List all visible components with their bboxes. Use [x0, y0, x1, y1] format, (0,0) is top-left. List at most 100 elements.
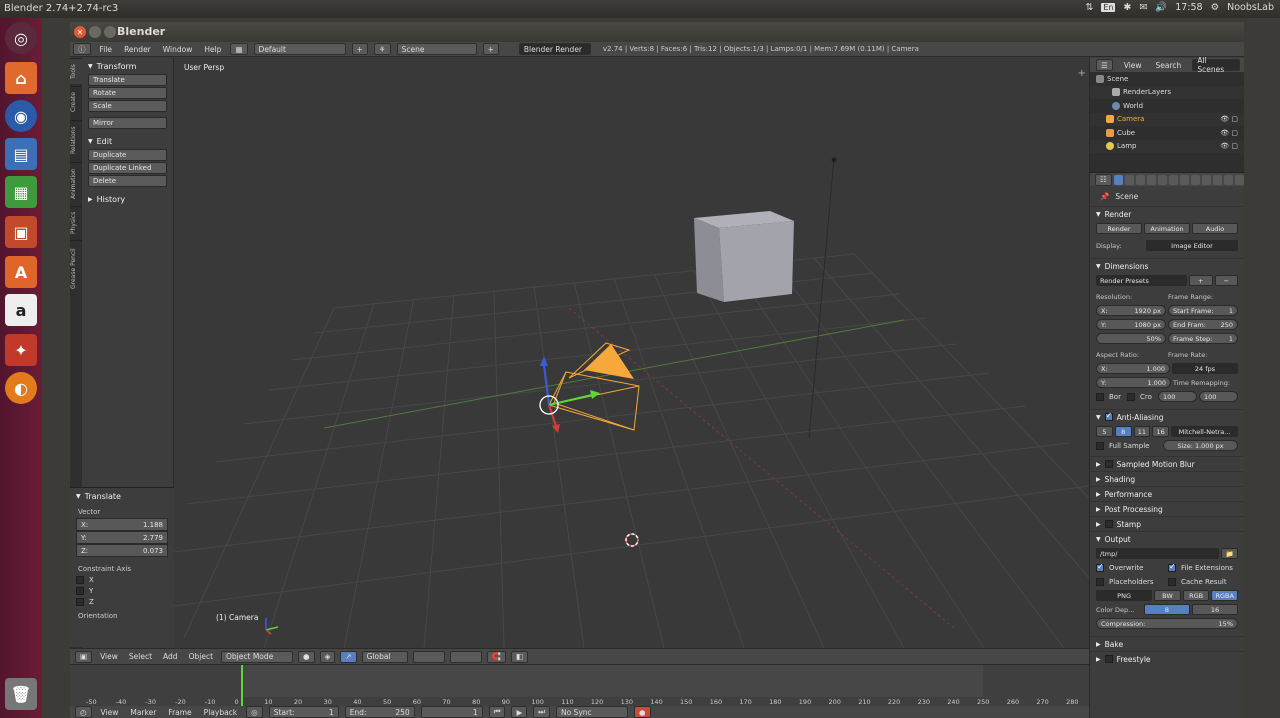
aa-samples-11[interactable]: 11: [1133, 426, 1151, 437]
mirror-button[interactable]: Mirror: [88, 117, 167, 129]
outliner-item-lamp[interactable]: Lamp 👁 ▢: [1090, 139, 1244, 153]
bake-panel-header[interactable]: ▶ Bake: [1090, 636, 1244, 651]
add-scene-button[interactable]: +: [482, 43, 499, 55]
lamp-visibility-icon[interactable]: 👁 ▢: [1220, 142, 1238, 150]
bluetooth-icon[interactable]: ✱: [1123, 2, 1131, 13]
outliner-filter-select[interactable]: All Scenes: [1192, 56, 1241, 74]
outliner-item-camera[interactable]: Camera 👁 ▢: [1090, 112, 1244, 126]
blender-icon[interactable]: ◐: [5, 372, 37, 404]
menu-window[interactable]: Window: [160, 45, 196, 54]
resolution-y-field[interactable]: Y: 1080 px: [1096, 319, 1166, 330]
manipulator-toggle-icon[interactable]: ↗: [340, 650, 357, 663]
anti-aliasing-panel-header[interactable]: ▼Anti-Aliasing: [1090, 409, 1244, 424]
crop-checkbox[interactable]: Cro: [1127, 392, 1156, 401]
file-format-select[interactable]: PNG: [1096, 590, 1153, 601]
data-tab-icon[interactable]: [1190, 174, 1200, 185]
minimize-icon[interactable]: [89, 26, 101, 38]
tab-grease-pencil[interactable]: Grease Pencil: [70, 240, 82, 296]
aa-filter-select[interactable]: Mitchell-Netra...: [1171, 426, 1239, 437]
sync-select[interactable]: No Sync: [555, 706, 628, 718]
properties-editor-type-icon[interactable]: ☷: [1095, 173, 1112, 186]
trash-icon[interactable]: 🗑: [5, 678, 37, 710]
cube-object[interactable]: [694, 211, 794, 302]
timeline-menu-frame[interactable]: Frame: [165, 708, 194, 717]
stamp-panel-header[interactable]: ▶ Stamp: [1090, 516, 1244, 531]
remove-preset-button[interactable]: −: [1214, 275, 1238, 286]
current-frame-field[interactable]: 1: [420, 706, 483, 718]
tab-animation[interactable]: Animation: [70, 162, 82, 204]
frame-rate-select[interactable]: 24 fps: [1172, 363, 1238, 374]
menu-object[interactable]: Object: [186, 652, 216, 661]
outliner-editor-type-icon[interactable]: ☰: [1096, 59, 1113, 71]
vector-x-field[interactable]: X: 1.188: [76, 518, 168, 531]
dimensions-panel-header[interactable]: ▼ Dimensions: [1090, 258, 1244, 273]
timeline[interactable]: -50 -40 -30 -20 -10 0 10 20 30 40 50 60 70 80 90 100 110…: [70, 664, 1089, 706]
settings-icon[interactable]: ✦: [5, 334, 37, 366]
operator-header[interactable]: ▼ Translate: [70, 490, 174, 503]
aa-samples-16[interactable]: 16: [1152, 426, 1170, 437]
placeholders-checkbox[interactable]: Placeholders: [1096, 577, 1166, 586]
constraint-x-checkbox[interactable]: X: [76, 576, 174, 584]
calc-icon[interactable]: ▦: [5, 176, 37, 208]
viewport-scene[interactable]: [174, 58, 1089, 648]
modifiers-tab-icon[interactable]: [1179, 174, 1189, 185]
duplicate-button[interactable]: Duplicate: [88, 149, 167, 161]
world-tab-icon[interactable]: [1146, 174, 1156, 185]
menu-file[interactable]: File: [97, 45, 116, 54]
home-folder-icon[interactable]: ⌂: [5, 62, 37, 94]
constraint-z-checkbox[interactable]: Z: [76, 598, 174, 606]
constraints-tab-icon[interactable]: [1168, 174, 1178, 185]
render-engine-select[interactable]: Blender Render: [518, 43, 591, 55]
keying-icon[interactable]: ◎: [246, 706, 263, 718]
color-rgb-button[interactable]: RGB: [1182, 590, 1210, 601]
constraint-y-checkbox[interactable]: Y: [76, 587, 174, 595]
render-tab-icon[interactable]: [1113, 174, 1123, 185]
timeline-menu-marker[interactable]: Marker: [127, 708, 159, 717]
gear-icon[interactable]: ⚙: [1211, 2, 1220, 13]
menu-select[interactable]: Select: [126, 652, 155, 661]
timeline-editor-type-icon[interactable]: ◴: [75, 706, 92, 718]
render-preview-icon[interactable]: ◧: [510, 650, 529, 663]
properties-toggle-icon[interactable]: +: [1078, 68, 1086, 79]
scene-tab-icon[interactable]: [1135, 174, 1145, 185]
render-panel-header[interactable]: ▼ Render: [1090, 206, 1244, 221]
tab-relations[interactable]: Relations: [70, 120, 82, 160]
keyboard-lang-indicator[interactable]: En: [1101, 3, 1116, 12]
outliner-menu-search[interactable]: Search: [1153, 61, 1185, 70]
impress-icon[interactable]: ▣: [5, 216, 37, 248]
aa-size-field[interactable]: Size: 1.000 px: [1163, 440, 1238, 451]
scene-icon[interactable]: ⚘: [373, 43, 391, 55]
current-frame-cursor[interactable]: [240, 665, 243, 706]
shading-panel-header[interactable]: ▶ Shading: [1090, 471, 1244, 486]
timeline-menu-playback[interactable]: Playback: [201, 708, 240, 717]
particles-tab-icon[interactable]: [1223, 174, 1233, 185]
post-processing-panel-header[interactable]: ▶ Post Processing: [1090, 501, 1244, 516]
remap-old-field[interactable]: 100: [1158, 391, 1197, 402]
outliner-item-cube[interactable]: Cube 👁 ▢: [1090, 126, 1244, 140]
physics-tab-icon[interactable]: [1234, 174, 1244, 185]
frame-step-field[interactable]: Frame Step: 1: [1168, 333, 1238, 344]
folder-icon[interactable]: 📁: [1221, 548, 1238, 559]
screen-layout-icon[interactable]: ▦: [230, 43, 248, 55]
snap-icon[interactable]: 🧲: [486, 650, 506, 663]
menu-help[interactable]: Help: [201, 45, 224, 54]
panel-history-header[interactable]: ▶ History: [82, 193, 173, 206]
outliner-item-renderlayers[interactable]: RenderLayers: [1090, 85, 1244, 99]
tab-tools[interactable]: Tools: [70, 58, 82, 84]
layers-row-1[interactable]: [412, 650, 445, 663]
software-center-icon[interactable]: A: [5, 256, 37, 288]
motion-blur-panel-header[interactable]: ▶ Sampled Motion Blur: [1090, 456, 1244, 471]
panel-edit-header[interactable]: ▼ Edit: [82, 135, 173, 148]
aspect-y-field[interactable]: Y: 1.000: [1096, 377, 1171, 388]
outliner-item-world[interactable]: World: [1090, 99, 1244, 113]
resolution-x-field[interactable]: X: 1920 px: [1096, 305, 1166, 316]
output-path-field[interactable]: /tmp/: [1096, 548, 1220, 559]
delete-button[interactable]: Delete: [88, 175, 167, 187]
end-frame-field[interactable]: End: 250: [344, 706, 415, 718]
freestyle-panel-header[interactable]: ▶ Freestyle: [1090, 651, 1244, 666]
pin-icon[interactable]: 📌: [1100, 192, 1109, 201]
shading-select-icon[interactable]: ●: [298, 650, 315, 663]
add-preset-button[interactable]: +: [1189, 275, 1213, 286]
color-bw-button[interactable]: BW: [1154, 590, 1181, 601]
orientation-select[interactable]: Global: [361, 650, 408, 663]
